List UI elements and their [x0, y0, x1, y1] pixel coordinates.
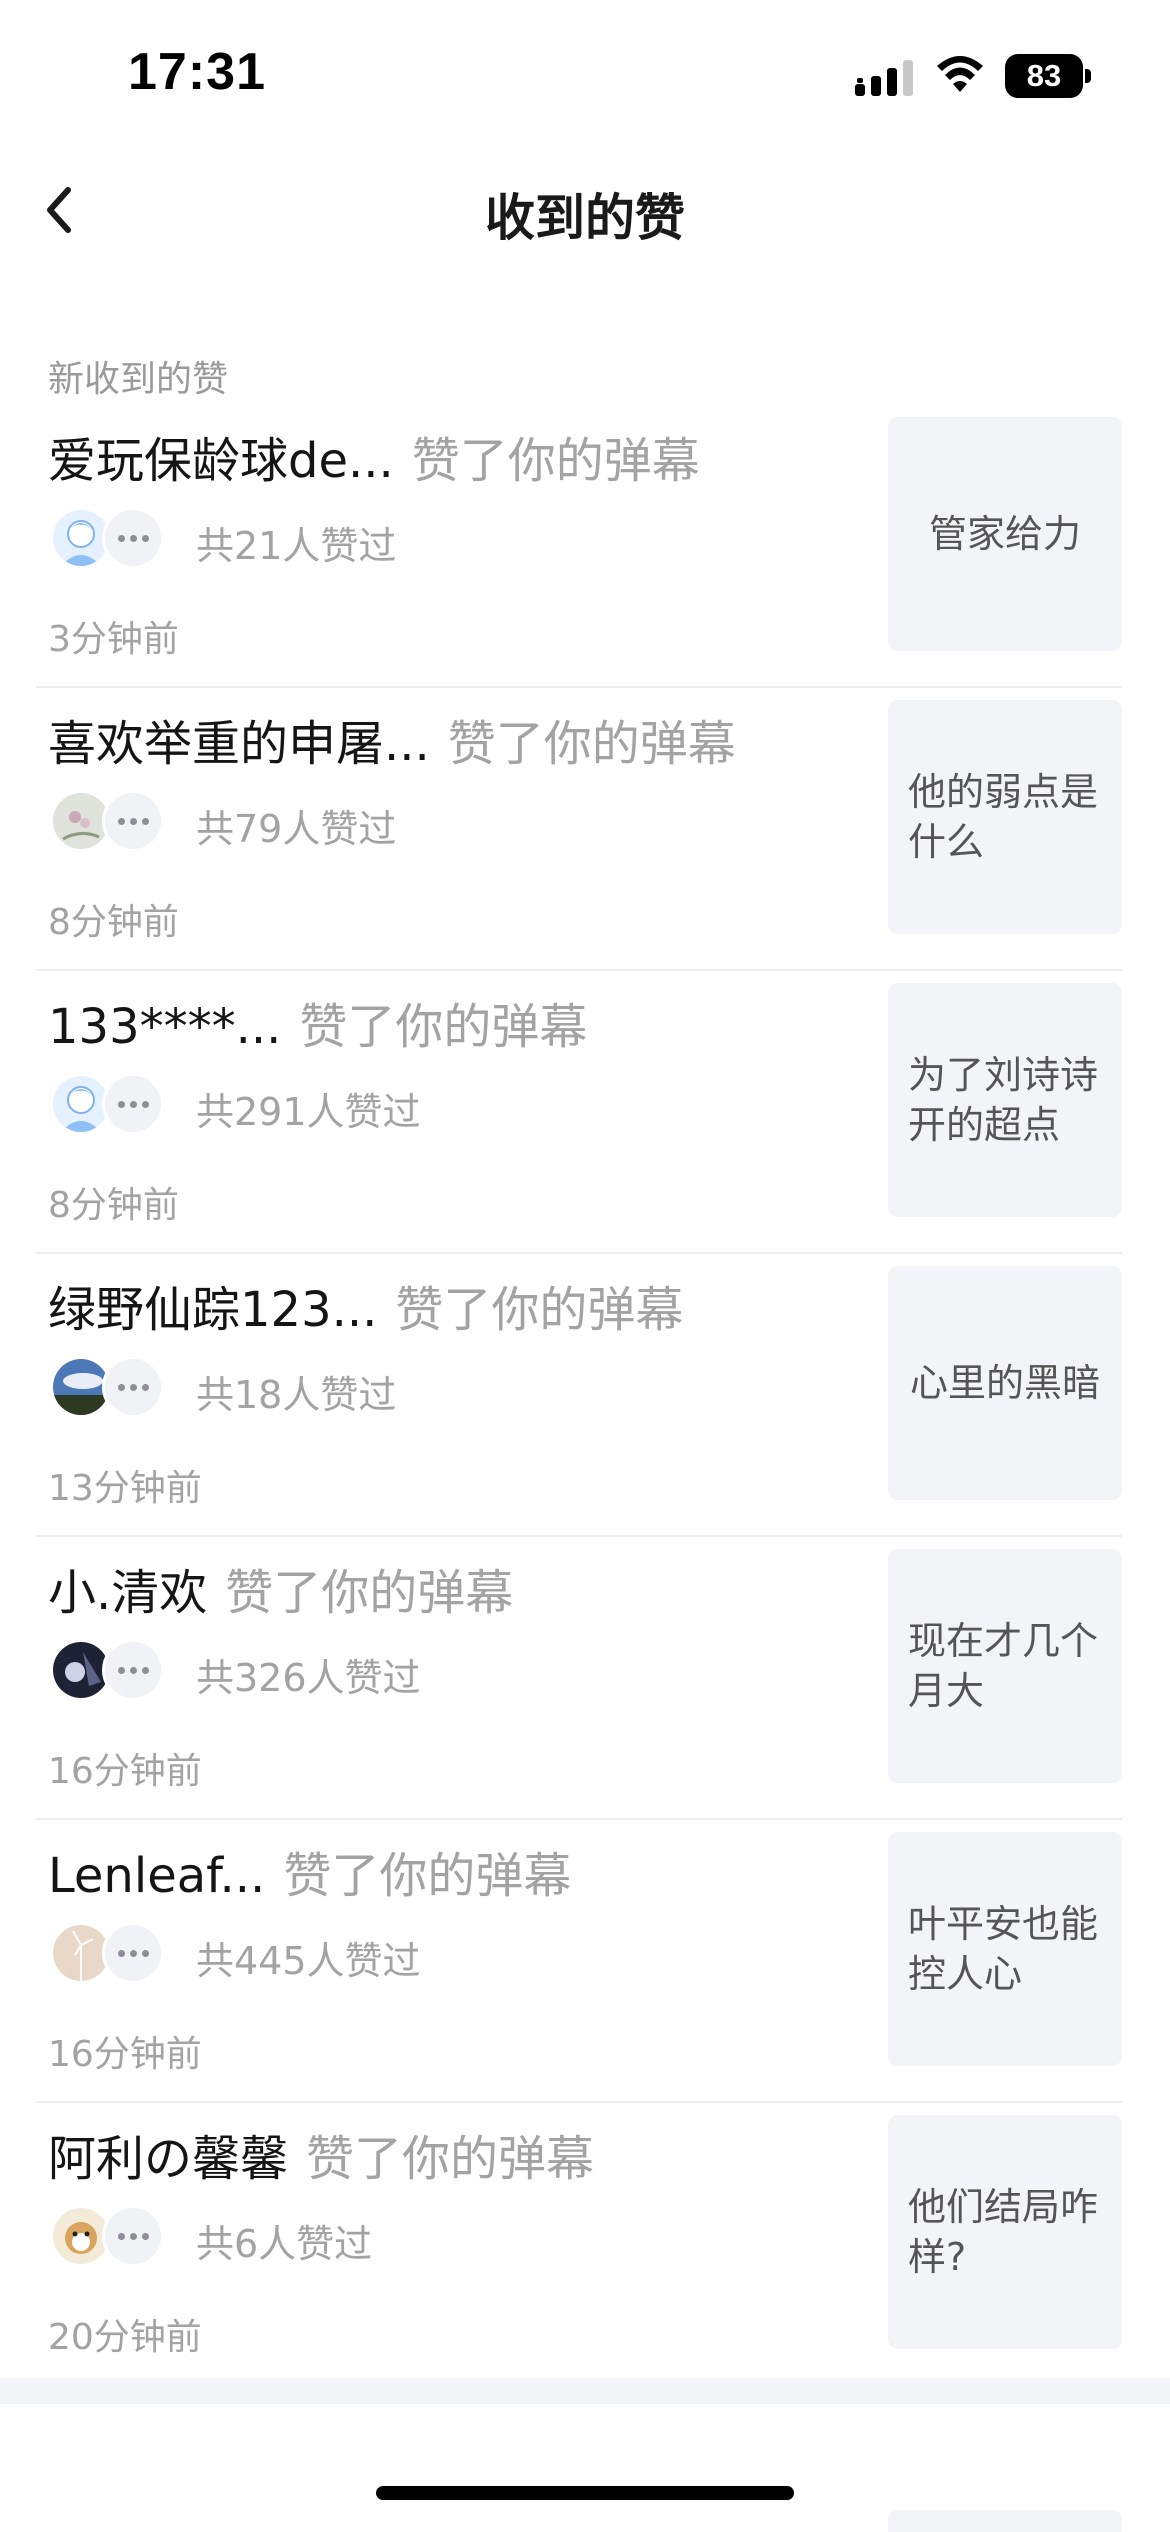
action-text: 赞了你的弹幕 — [225, 1565, 514, 1621]
battery-icon: 83 — [1005, 54, 1091, 98]
timestamp: 20分钟前 — [48, 2317, 202, 2358]
danmaku-quote[interactable]: 为了刘诗诗开的超点 — [888, 983, 1122, 1217]
danmaku-quote[interactable]: 心里的黑暗 — [888, 1266, 1122, 1500]
liker-avatars[interactable] — [50, 2205, 170, 2267]
liker-avatars[interactable] — [50, 1639, 170, 1701]
wifi-icon — [937, 56, 983, 92]
danmaku-quote[interactable]: 管家给力 — [888, 417, 1122, 651]
like-count: 共18人赞过 — [196, 1373, 397, 1417]
liker-avatars[interactable] — [50, 1073, 170, 1135]
username[interactable]: 小.清欢 — [48, 1565, 207, 1621]
action-text: 赞了你的弹幕 — [306, 2131, 595, 2187]
like-item[interactable]: Lenleaf... 赞了你的弹幕 共445人赞过 16分钟前 叶平安也能控人心 — [0, 1820, 1170, 2103]
section-separator — [0, 2378, 1170, 2404]
timestamp: 16分钟前 — [48, 2034, 202, 2075]
timestamp: 16分钟前 — [48, 1751, 202, 1792]
timestamp: 8分钟前 — [48, 902, 179, 943]
like-count: 共21人赞过 — [196, 524, 397, 568]
more-likers-icon[interactable] — [102, 1639, 164, 1701]
like-item[interactable]: 喜欢举重的申屠... 赞了你的弹幕 共79人赞过 8分钟前 他的弱点是什么 — [0, 688, 1170, 971]
more-likers-icon[interactable] — [102, 507, 164, 569]
screen: 17:31 83 收到的赞 新收到的赞 爱玩保龄球de... 赞了你的弹幕 共2… — [0, 0, 1170, 2532]
action-text: 赞了你的弹幕 — [395, 1282, 684, 1338]
action-text: 赞了你的弹幕 — [299, 999, 588, 1055]
action-text: 赞了你的弹幕 — [283, 1848, 572, 1904]
status-time: 17:31 — [128, 43, 266, 101]
like-count: 共326人赞过 — [196, 1656, 421, 1700]
like-item[interactable]: 小.清欢 赞了你的弹幕 共326人赞过 16分钟前 现在才几个月大 — [0, 1537, 1170, 1820]
section-label: 新收到的赞 — [48, 359, 229, 400]
like-item[interactable]: 绿野仙踪123... 赞了你的弹幕 共18人赞过 13分钟前 心里的黑暗 — [0, 1254, 1170, 1537]
home-indicator[interactable] — [376, 2486, 794, 2500]
liker-avatars[interactable] — [50, 790, 170, 852]
like-item[interactable]: 阿利の馨馨 赞了你的弹幕 共6人赞过 20分钟前 他们结局咋样? — [0, 2103, 1170, 2386]
like-item[interactable]: 133****... 赞了你的弹幕 共291人赞过 8分钟前 为了刘诗诗开的超点 — [0, 971, 1170, 1254]
liker-avatars[interactable] — [50, 507, 170, 569]
action-text: 赞了你的弹幕 — [447, 716, 736, 772]
more-likers-icon[interactable] — [102, 1356, 164, 1418]
more-likers-icon[interactable] — [102, 790, 164, 852]
page-title: 收到的赞 — [485, 189, 685, 247]
username[interactable]: 喜欢举重的申屠... — [48, 716, 430, 772]
like-count: 共79人赞过 — [196, 807, 397, 851]
more-likers-icon[interactable] — [102, 2205, 164, 2267]
danmaku-quote[interactable]: 现在才几个月大 — [888, 1549, 1122, 1783]
timestamp: 3分钟前 — [48, 619, 179, 660]
danmaku-quote[interactable]: 叶平安也能控人心 — [888, 1832, 1122, 2066]
username[interactable]: Lenleaf... — [48, 1848, 265, 1904]
danmaku-quote[interactable]: 他的弱点是什么 — [888, 700, 1122, 934]
status-bar: 17:31 83 — [0, 0, 1170, 150]
next-quote-card-peek — [888, 2510, 1122, 2532]
username[interactable]: 爱玩保龄球de... — [48, 433, 394, 489]
more-likers-icon[interactable] — [102, 1922, 164, 1984]
liker-avatars[interactable] — [50, 1922, 170, 1984]
username[interactable]: 绿野仙踪123... — [48, 1282, 377, 1338]
danmaku-quote[interactable]: 他们结局咋样? — [888, 2115, 1122, 2349]
like-count: 共445人赞过 — [196, 1939, 421, 1983]
like-count: 共6人赞过 — [196, 2222, 373, 2266]
battery-level: 83 — [1005, 54, 1083, 98]
action-text: 赞了你的弹幕 — [411, 433, 700, 489]
timestamp: 13分钟前 — [48, 1468, 202, 1509]
cellular-signal-icon — [855, 60, 913, 96]
username[interactable]: 阿利の馨馨 — [48, 2131, 288, 2187]
liker-avatars[interactable] — [50, 1356, 170, 1418]
like-count: 共291人赞过 — [196, 1090, 421, 1134]
nav-bar: 收到的赞 — [0, 160, 1170, 260]
more-likers-icon[interactable] — [102, 1073, 164, 1135]
timestamp: 8分钟前 — [48, 1185, 179, 1226]
like-item[interactable]: 爱玩保龄球de... 赞了你的弹幕 共21人赞过 3分钟前 管家给力 — [0, 405, 1170, 688]
username[interactable]: 133****... — [48, 999, 281, 1055]
likes-list: 爱玩保龄球de... 赞了你的弹幕 共21人赞过 3分钟前 管家给力 喜欢举重的申… — [0, 405, 1170, 2386]
